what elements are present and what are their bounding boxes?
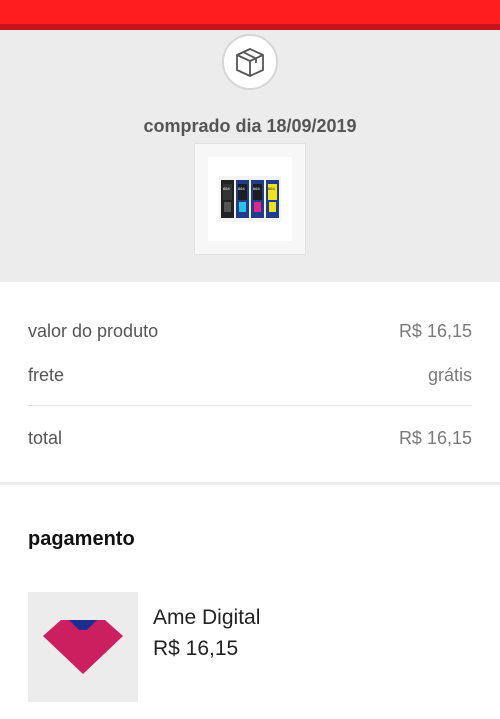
svg-text:664: 664 xyxy=(268,186,275,191)
svg-text:664: 664 xyxy=(223,186,230,191)
payment-method: Ame Digital xyxy=(153,606,261,629)
summary-divider xyxy=(28,405,472,406)
svg-text:664: 664 xyxy=(253,186,260,191)
shipping-value: grátis xyxy=(427,365,472,385)
order-header: comprado dia 18/09/2019 664 664 664 664 xyxy=(0,30,500,282)
box-icon xyxy=(222,34,278,90)
product-value-row: valor do produto R$ 16,15 xyxy=(28,321,472,342)
ame-logo-icon xyxy=(28,592,138,702)
shipping-row: frete grátis xyxy=(28,365,472,386)
svg-text:664: 664 xyxy=(238,186,245,191)
shipping-label: frete xyxy=(28,365,65,385)
section-separator xyxy=(0,482,500,485)
top-bar xyxy=(0,0,500,30)
total-label: total xyxy=(28,428,63,448)
total-value: R$ 16,15 xyxy=(398,428,472,448)
product-value-label: valor do produto xyxy=(28,321,159,341)
total-row: total R$ 16,15 xyxy=(28,428,472,449)
product-thumbnail[interactable]: 664 664 664 664 xyxy=(194,143,306,255)
payment-title: pagamento xyxy=(28,528,135,550)
purchase-date: comprado dia 18/09/2019 xyxy=(143,116,357,136)
ink-bottles-product-image: 664 664 664 664 xyxy=(208,157,292,241)
product-value: R$ 16,15 xyxy=(398,321,472,341)
payment-amount: R$ 16,15 xyxy=(153,637,239,660)
